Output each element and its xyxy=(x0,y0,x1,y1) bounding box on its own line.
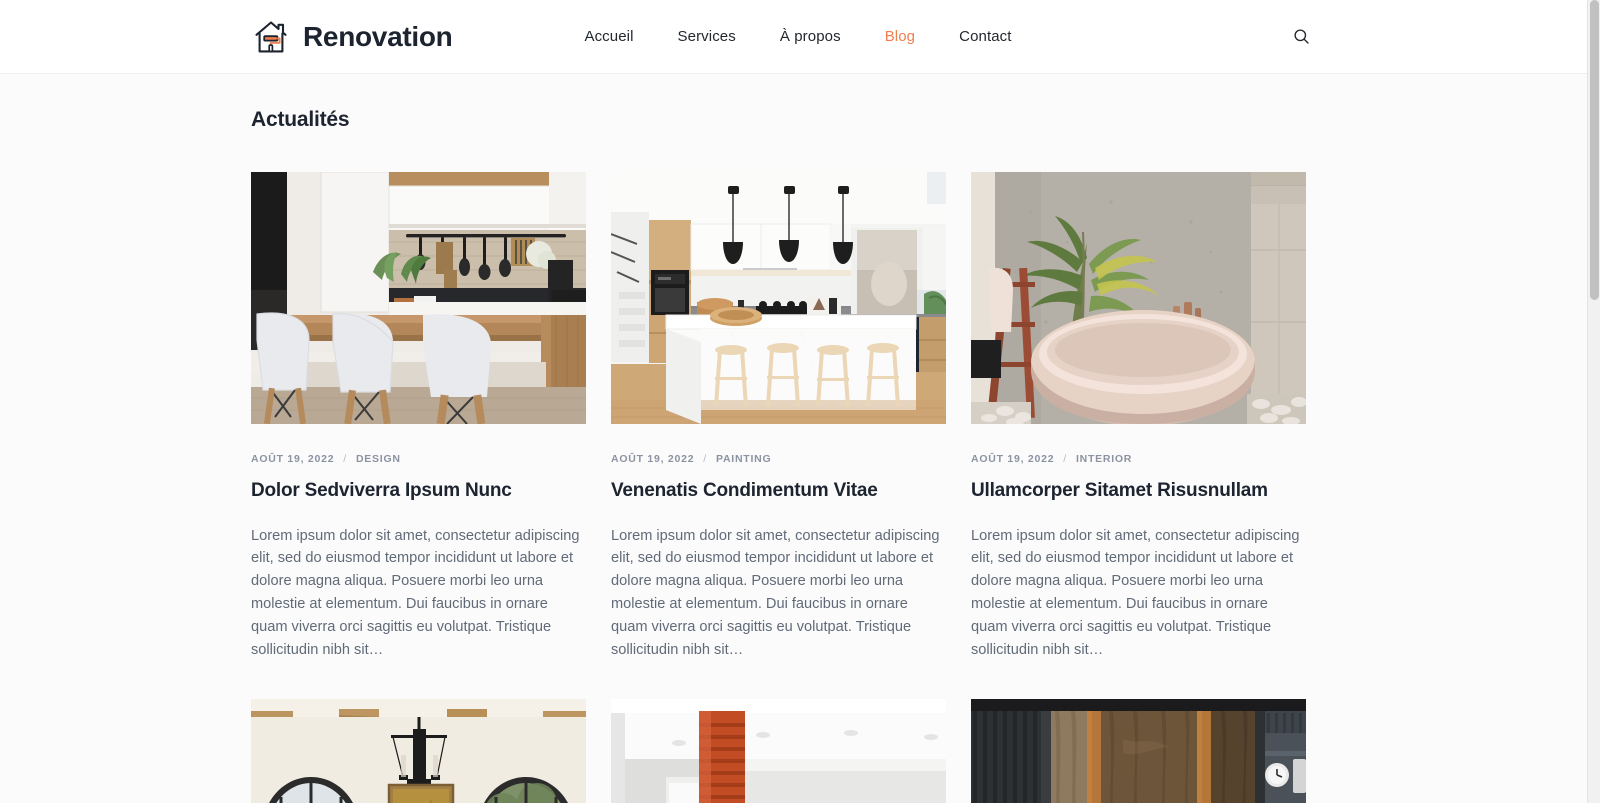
meta-separator: / xyxy=(343,453,347,465)
site-header: Renovation Accueil Services À propos Blo… xyxy=(0,0,1587,74)
post-thumbnail-link[interactable] xyxy=(611,172,946,424)
nav-item-a-propos[interactable]: À propos xyxy=(758,22,863,51)
modern-kitchen-image xyxy=(611,172,946,424)
post-date: AOÛT 19, 2022 xyxy=(251,453,335,465)
post-title-link[interactable]: Venenatis Condimentum Vitae xyxy=(611,479,946,504)
post-grid: AOÛT 19, 2022 / DESIGN Dolor Sedviverra … xyxy=(251,172,1306,803)
post-meta: AOÛT 19, 2022 / PAINTING xyxy=(611,453,946,465)
terracotta-column-room-image xyxy=(611,699,946,803)
nav-item-contact[interactable]: Contact xyxy=(937,22,1033,51)
post-thumbnail-link[interactable] xyxy=(971,172,1306,424)
page-title: Actualités xyxy=(251,108,350,131)
post-title-link[interactable]: Dolor Sedviverra Ipsum Nunc xyxy=(251,479,586,504)
post-meta: AOÛT 19, 2022 / DESIGN xyxy=(251,453,586,465)
main-content: Actualités AOÛT 19, 2022 / DESIGN Dolor … xyxy=(251,74,1306,803)
post-category-link[interactable]: INTERIOR xyxy=(1076,453,1132,465)
search-button[interactable] xyxy=(1284,20,1318,54)
post-thumbnail-link[interactable] xyxy=(251,699,586,803)
house-paint-roller-icon xyxy=(255,20,287,52)
meta-separator: / xyxy=(1063,453,1067,465)
page-root: Renovation Accueil Services À propos Blo… xyxy=(0,0,1587,803)
meta-separator: / xyxy=(703,453,707,465)
browser-viewport: Renovation Accueil Services À propos Blo… xyxy=(0,0,1600,803)
nav-item-blog[interactable]: Blog xyxy=(863,22,937,51)
post-thumbnail-link[interactable] xyxy=(251,172,586,424)
post-card xyxy=(971,699,1306,803)
post-card xyxy=(251,699,586,803)
post-excerpt: Lorem ipsum dolor sit amet, consectetur … xyxy=(971,527,1300,658)
nav-item-accueil[interactable]: Accueil xyxy=(562,22,655,51)
scrollbar-thumb[interactable] xyxy=(1590,0,1599,300)
dining-room-image xyxy=(251,172,586,424)
brand-logo-link[interactable]: Renovation xyxy=(251,17,453,57)
post-meta: AOÛT 19, 2022 / INTERIOR xyxy=(971,453,1306,465)
page-scrollbar[interactable] xyxy=(1587,0,1600,803)
bathroom-image xyxy=(971,172,1306,424)
beamed-ceiling-room-image xyxy=(251,699,586,803)
header-actions xyxy=(1284,20,1309,54)
post-card: AOÛT 19, 2022 / DESIGN Dolor Sedviverra … xyxy=(251,172,586,661)
brand-name: Renovation xyxy=(303,20,453,52)
header-inner: Renovation Accueil Services À propos Blo… xyxy=(251,0,1309,74)
post-thumbnail-link[interactable] xyxy=(971,699,1306,803)
post-thumbnail-link[interactable] xyxy=(611,699,946,803)
search-icon xyxy=(1293,29,1309,44)
post-card xyxy=(611,699,946,803)
post-date: AOÛT 19, 2022 xyxy=(611,453,695,465)
post-category-link[interactable]: DESIGN xyxy=(356,453,401,465)
post-excerpt: Lorem ipsum dolor sit amet, consectetur … xyxy=(251,527,580,658)
post-date: AOÛT 19, 2022 xyxy=(971,453,1055,465)
post-card: AOÛT 19, 2022 / PAINTING Venenatis Condi… xyxy=(611,172,946,661)
dark-wood-wall-image xyxy=(971,699,1306,803)
post-card: AOÛT 19, 2022 / INTERIOR Ullamcorper Sit… xyxy=(971,172,1306,661)
post-excerpt: Lorem ipsum dolor sit amet, consectetur … xyxy=(611,527,940,658)
main-navigation: Accueil Services À propos Blog Contact xyxy=(562,22,1033,51)
post-category-link[interactable]: PAINTING xyxy=(716,453,771,465)
post-title-link[interactable]: Ullamcorper Sitamet Risusnullam xyxy=(971,479,1306,504)
nav-item-services[interactable]: Services xyxy=(656,22,758,51)
